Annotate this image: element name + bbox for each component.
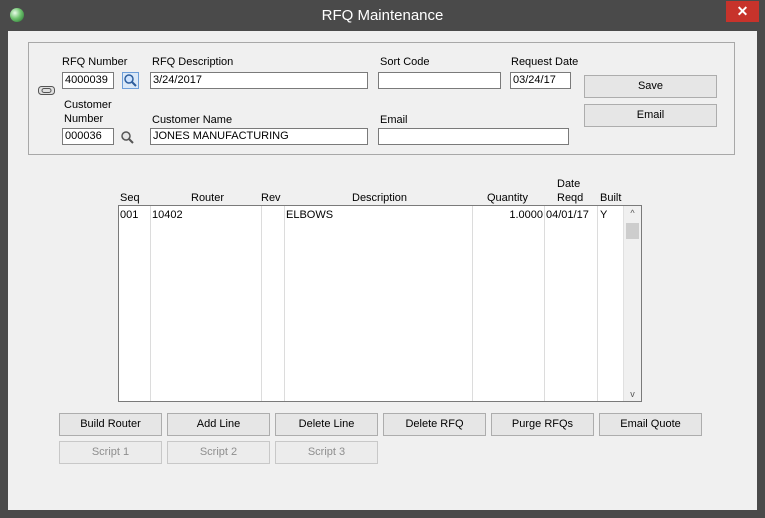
delete-line-button[interactable]: Delete Line: [275, 413, 378, 436]
scroll-down-icon[interactable]: v: [624, 389, 641, 399]
window-title: RFQ Maintenance: [321, 7, 444, 24]
cell-built: Y: [600, 209, 608, 221]
customer-number-label-2: Number: [64, 113, 104, 125]
grid-header-quantity: Quantity: [487, 192, 528, 204]
column-divider: [597, 206, 598, 401]
request-date-input[interactable]: 03/24/17: [510, 72, 571, 89]
request-date-label: Request Date: [511, 56, 579, 68]
customer-lookup-icon[interactable]: [119, 129, 136, 146]
column-divider: [284, 206, 285, 401]
delete-rfq-button[interactable]: Delete RFQ: [383, 413, 486, 436]
scroll-thumb[interactable]: [626, 223, 639, 239]
cell-quantity: 1.0000: [509, 209, 543, 221]
script1-button[interactable]: Script 1: [59, 441, 162, 464]
column-divider: [544, 206, 545, 401]
rfq-header-panel: RFQ Number 4000039 RFQ Description 3/24/…: [28, 42, 735, 155]
column-divider: [261, 206, 262, 401]
rfq-number-label: RFQ Number: [62, 56, 128, 68]
customer-number-input[interactable]: 000036: [62, 128, 114, 145]
purge-rfqs-button[interactable]: Purge RFQs: [491, 413, 594, 436]
cell-description: ELBOWS: [286, 209, 334, 221]
rfq-description-label: RFQ Description: [152, 56, 234, 68]
attachment-icon[interactable]: [38, 85, 55, 96]
grid-header-date-2: Reqd: [557, 192, 584, 204]
customer-name-input[interactable]: JONES MANUFACTURING: [150, 128, 368, 145]
customer-name-label: Customer Name: [152, 114, 233, 126]
grid-header-router: Router: [191, 192, 225, 204]
scroll-up-icon[interactable]: ^: [624, 208, 641, 218]
column-divider: [150, 206, 151, 401]
grid-header-date-1: Date: [557, 178, 581, 190]
magnifier-icon: [124, 74, 137, 87]
cell-date-reqd: 04/01/17: [546, 209, 589, 221]
column-divider: [472, 206, 473, 401]
rfq-description-input[interactable]: 3/24/2017: [150, 72, 368, 89]
sort-code-input[interactable]: [378, 72, 501, 89]
save-button[interactable]: Save: [584, 75, 717, 98]
close-button[interactable]: ✕: [726, 1, 759, 22]
script3-button[interactable]: Script 3: [275, 441, 378, 464]
cell-seq: 001: [120, 209, 139, 221]
title-bar[interactable]: RFQ Maintenance ✕: [0, 0, 765, 31]
script2-button[interactable]: Script 2: [167, 441, 270, 464]
build-router-button[interactable]: Build Router: [59, 413, 162, 436]
cell-router: 10402: [152, 209, 183, 221]
email-button[interactable]: Email: [584, 104, 717, 127]
grid-header-seq: Seq: [120, 192, 140, 204]
client-area: RFQ Number 4000039 RFQ Description 3/24/…: [8, 31, 757, 510]
rfq-maintenance-window: RFQ Maintenance ✕ RFQ Number 4000039 RFQ…: [0, 0, 765, 518]
email-quote-button[interactable]: Email Quote: [599, 413, 702, 436]
email-label: Email: [380, 114, 408, 126]
grid-header-rev: Rev: [261, 192, 281, 204]
customer-number-label-1: Customer: [64, 99, 112, 111]
grid-header-built: Built: [600, 192, 622, 204]
add-line-button[interactable]: Add Line: [167, 413, 270, 436]
email-input[interactable]: [378, 128, 569, 145]
sort-code-label: Sort Code: [380, 56, 430, 68]
rfq-lines-grid[interactable]: 001 10402 ELBOWS 1.0000 04/01/17 Y ^ v: [118, 205, 642, 402]
rfq-lookup-button[interactable]: [122, 72, 139, 89]
grid-header-description: Description: [352, 192, 408, 204]
grid-scrollbar[interactable]: ^ v: [623, 206, 641, 401]
rfq-number-input[interactable]: 4000039: [62, 72, 114, 89]
